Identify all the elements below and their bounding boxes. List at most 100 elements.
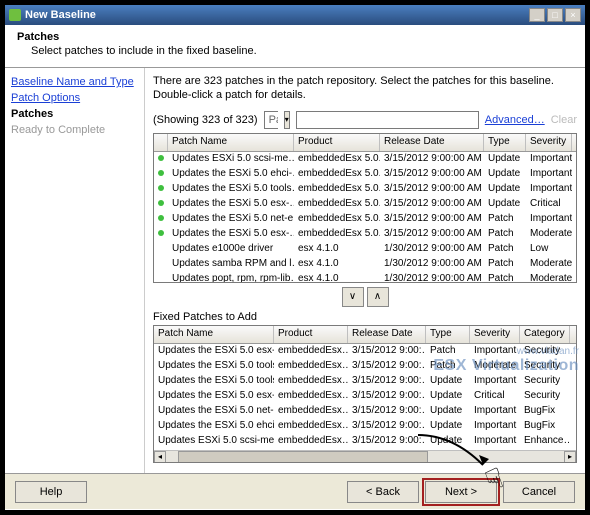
maximize-button[interactable]: □	[547, 8, 563, 22]
cell-release-date: 3/15/2012 9:00:00 AM	[380, 212, 484, 227]
col2-product[interactable]: Product	[274, 326, 348, 343]
cell-patch-name: Updates the ESXi 5.0 esx-…	[154, 389, 274, 404]
cell-patch-name: Updates the ESXi 5.0 misc…	[154, 449, 274, 450]
cell-release-date: 3/15/2012 9:00:00 AM	[380, 152, 484, 167]
table-row[interactable]: Updates popt, rpm, rpm-lib…esx 4.1.01/30…	[154, 272, 576, 283]
table-row[interactable]: Updates the ESXi 5.0 tools…embeddedEsx 5…	[154, 182, 576, 197]
table-row[interactable]: Updates the ESXi 5.0 misc…embeddedEsx…3/…	[154, 449, 576, 450]
step-baseline-name[interactable]: Baseline Name and Type	[11, 76, 138, 88]
cell-category: Security	[520, 389, 570, 404]
cell-type: Patch	[426, 359, 470, 374]
cell-type: Update	[426, 404, 470, 419]
col2-release-date[interactable]: Release Date	[348, 326, 426, 343]
window-title: New Baseline	[25, 5, 96, 25]
cell-release-date: 1/30/2012 9:00:00 AM	[380, 272, 484, 283]
cell-product: esx 4.1.0	[294, 242, 380, 257]
status-dot-icon	[158, 170, 164, 176]
cancel-button[interactable]: Cancel	[503, 481, 575, 503]
hscrollbar[interactable]: ◂ ▸	[154, 450, 576, 463]
cell-severity: Important	[526, 182, 572, 197]
filter-combo[interactable]: Patch Name, Product or Type c…	[264, 111, 278, 129]
table-row[interactable]: Updates the ESXi 5.0 ehci-…embeddedEsx 5…	[154, 167, 576, 182]
clear-link: Clear	[551, 114, 577, 126]
cell-release-date: 3/15/2012 9:00:00 AM	[380, 227, 484, 242]
col-type[interactable]: Type	[484, 134, 526, 151]
table-row[interactable]: Updates ESXi 5.0 scsi-me…embeddedEsx 5.0…	[154, 152, 576, 167]
cell-product: embeddedEsx 5.0.0	[294, 212, 380, 227]
table-row[interactable]: Updates e1000e driveresx 4.1.01/30/2012 …	[154, 242, 576, 257]
col2-type[interactable]: Type	[426, 326, 470, 343]
wizard-steps: Baseline Name and Type Patch Options Pat…	[5, 68, 145, 473]
cell-type: Update	[426, 449, 470, 450]
cell-product: embeddedEsx…	[274, 344, 348, 359]
minimize-button[interactable]: _	[529, 8, 545, 22]
advanced-link[interactable]: Advanced…	[485, 114, 545, 126]
close-button[interactable]: ×	[565, 8, 581, 22]
cell-type: Update	[484, 152, 526, 167]
cell-type: Update	[426, 434, 470, 449]
cell-type: Update	[426, 419, 470, 434]
cell-product: embeddedEsx…	[274, 434, 348, 449]
cell-release-date: 3/15/2012 9:00:…	[348, 434, 426, 449]
table-row[interactable]: Updates the ESXi 5.0 tools…embeddedEsx…3…	[154, 359, 576, 374]
table-row[interactable]: Updates the ESXi 5.0 esx-…embeddedEsx 5.…	[154, 227, 576, 242]
table-row[interactable]: Updates ESXi 5.0 scsi-me…embeddedEsx…3/1…	[154, 434, 576, 449]
cell-severity: Moderate	[470, 359, 520, 374]
cell-release-date: 3/15/2012 9:00:…	[348, 389, 426, 404]
fixed-patches-grid[interactable]: Patch Name Product Release Date Type Sev…	[153, 325, 577, 463]
cell-patch-name: Updates popt, rpm, rpm-lib…	[168, 272, 294, 283]
cell-release-date: 3/15/2012 9:00:…	[348, 359, 426, 374]
col-severity[interactable]: Severity	[526, 134, 572, 151]
back-button[interactable]: < Back	[347, 481, 419, 503]
table-row[interactable]: Updates the ESXi 5.0 esx-…embeddedEsx…3/…	[154, 344, 576, 359]
intro-text: There are 323 patches in the patch repos…	[153, 74, 577, 103]
col2-category[interactable]: Category	[520, 326, 570, 343]
scroll-right-icon[interactable]: ▸	[564, 451, 576, 463]
cell-severity: Moderate	[526, 227, 572, 242]
step-patch-options[interactable]: Patch Options	[11, 92, 138, 104]
cell-release-date: 3/15/2012 9:00:…	[348, 449, 426, 450]
table-row[interactable]: Updates the ESXi 5.0 esx-…embeddedEsx…3/…	[154, 389, 576, 404]
cell-category: Enhance…	[520, 434, 570, 449]
cell-product: embeddedEsx 5.0.0	[294, 182, 380, 197]
cell-type: Update	[426, 374, 470, 389]
col-release-date[interactable]: Release Date	[380, 134, 484, 151]
table-row[interactable]: Updates the ESXi 5.0 tools…embeddedEsx…3…	[154, 374, 576, 389]
status-dot-icon	[158, 185, 164, 191]
move-down-button[interactable]: ∨	[342, 287, 364, 307]
next-button[interactable]: Next >	[425, 481, 497, 503]
search-input[interactable]	[296, 111, 479, 129]
cell-type: Patch	[426, 344, 470, 359]
cell-product: esx 4.1.0	[294, 272, 380, 283]
cell-severity: Important	[470, 449, 520, 450]
cell-type: Patch	[484, 272, 526, 283]
table-row[interactable]: Updates the ESXi 5.0 esx-…embeddedEsx 5.…	[154, 197, 576, 212]
col2-severity[interactable]: Severity	[470, 326, 520, 343]
table-row[interactable]: Updates the ESXi 5.0 net-e…embeddedEsx…3…	[154, 404, 576, 419]
table-row[interactable]: Updates the ESXi 5.0 ehci-…embeddedEsx…3…	[154, 419, 576, 434]
wizard-footer: Help < Back Next > Cancel	[5, 473, 585, 509]
cell-severity: Important	[526, 212, 572, 227]
cell-category: Security	[520, 374, 570, 389]
available-patches-grid[interactable]: Patch Name Product Release Date Type Sev…	[153, 133, 577, 283]
wizard-header: Patches Select patches to include in the…	[5, 25, 585, 68]
cell-type: Update	[426, 389, 470, 404]
status-dot-icon	[158, 155, 164, 161]
help-button[interactable]: Help	[15, 481, 87, 503]
col-patch-name[interactable]: Patch Name	[168, 134, 294, 151]
step-ready: Ready to Complete	[11, 124, 138, 136]
scroll-thumb[interactable]	[178, 451, 428, 463]
cell-product: embeddedEsx…	[274, 419, 348, 434]
page-title: Patches	[17, 31, 573, 43]
col-product[interactable]: Product	[294, 134, 380, 151]
scroll-left-icon[interactable]: ◂	[154, 451, 166, 463]
cell-patch-name: Updates samba RPM and l…	[168, 257, 294, 272]
table-row[interactable]: Updates the ESXi 5.0 net-e…embeddedEsx 5…	[154, 212, 576, 227]
filter-dropdown-icon[interactable]: ▾	[284, 111, 290, 129]
table-row[interactable]: Updates samba RPM and l…esx 4.1.01/30/20…	[154, 257, 576, 272]
move-up-button[interactable]: ∧	[367, 287, 389, 307]
col-dot[interactable]	[154, 134, 168, 151]
status-dot-icon	[158, 230, 164, 236]
cell-product: embeddedEsx…	[274, 449, 348, 450]
col2-patch-name[interactable]: Patch Name	[154, 326, 274, 343]
